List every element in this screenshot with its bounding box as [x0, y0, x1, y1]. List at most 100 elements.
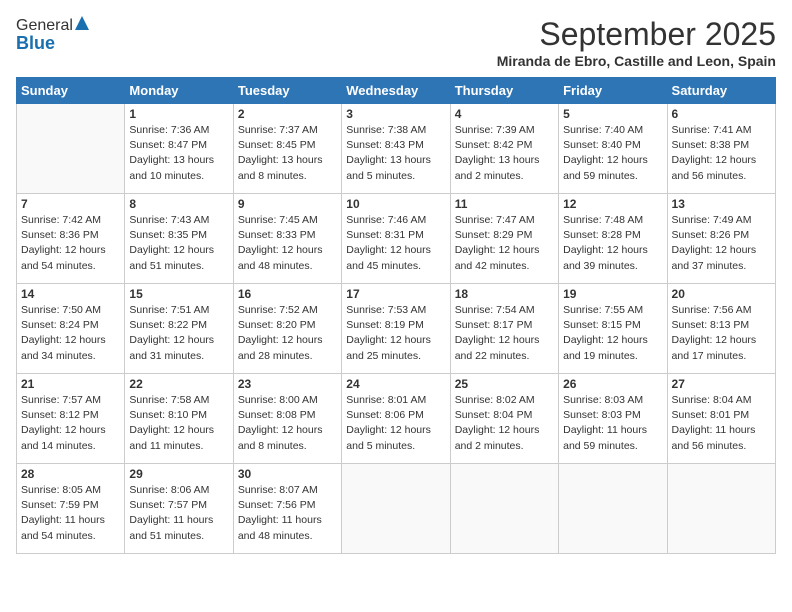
day-info: Sunrise: 7:51 AM Sunset: 8:22 PM Daylight:… [129, 303, 228, 364]
week-row-3: 14 Sunrise: 7:50 AMSunset: 8:24 PMDayligh… [17, 284, 776, 374]
day-number: 14 [21, 287, 120, 301]
day-number: 11 [455, 197, 554, 211]
day-info-line: and 56 minutes. [672, 440, 747, 452]
day-number: 30 [238, 467, 337, 481]
day-number: 25 [455, 377, 554, 391]
day-number: 24 [346, 377, 445, 391]
day-info: Sunrise: 7:54 AMSunset: 8:17 PMDaylight:… [455, 303, 554, 364]
calendar-cell: 15 Sunrise: 7:51 AM Sunset: 8:22 PM Dayligh… [125, 284, 233, 374]
day-info-line: and 54 minutes. [21, 260, 96, 272]
calendar-cell: 22Sunrise: 7:58 AMSunset: 8:10 PMDayligh… [125, 374, 233, 464]
day-info-line: and 42 minutes. [455, 260, 530, 272]
day-info-line: Daylight: 12 hours [21, 424, 106, 436]
day-info-line: and 34 minutes. [21, 350, 96, 362]
day-info-line: Daylight: 12 hours [346, 424, 431, 436]
day-info-line: Sunrise: 7:51 AM [129, 304, 209, 316]
day-info-line: Sunrise: 7:56 AM [672, 304, 752, 316]
week-row-4: 21 Sunrise: 7:57 AMSunset: 8:12 PMDayligh… [17, 374, 776, 464]
day-info-line: Daylight: 12 hours [455, 244, 540, 256]
day-number: 15 [129, 287, 228, 301]
day-info-line: Sunset: 8:17 PM [455, 319, 533, 331]
day-number: 12 [563, 197, 662, 211]
day-info-line: and 2 minutes. [455, 440, 524, 452]
day-info: Sunrise: 7:57 AMSunset: 8:12 PMDaylight:… [21, 393, 120, 454]
day-info-line: and 5 minutes. [346, 440, 415, 452]
day-number: 13 [672, 197, 771, 211]
day-info: Sunrise: 7:52 AMSunset: 8:20 PMDaylight:… [238, 303, 337, 364]
day-info-line: Sunset: 8:01 PM [672, 409, 750, 421]
day-info-line: and 39 minutes. [563, 260, 638, 272]
day-info-line: Sunrise: 7:54 AM [455, 304, 535, 316]
calendar-cell: 11 Sunrise: 7:47 AM Sunset: 8:29 PM Dayligh… [450, 194, 558, 284]
day-info-line: Sunrise: 7:40 AM [563, 124, 643, 136]
day-info-line: Sunset: 8:35 PM [129, 229, 207, 241]
calendar-cell: 12Sunrise: 7:48 AMSunset: 8:28 PMDayligh… [559, 194, 667, 284]
day-number: 21 [21, 377, 120, 391]
day-info-line: Sunrise: 8:05 AM [21, 484, 101, 496]
day-info-line: Sunset: 8:20 PM [238, 319, 316, 331]
day-info-line: Sunset: 8:28 PM [563, 229, 641, 241]
day-info-line: Sunrise: 7:42 AM [21, 214, 101, 226]
calendar-cell [342, 464, 450, 554]
day-info-line: and 10 minutes. [129, 170, 204, 182]
day-info-line: Sunrise: 7:41 AM [672, 124, 752, 136]
logo-general-text: General [16, 17, 73, 35]
title-area: September 2025 Miranda de Ebro, Castille… [497, 16, 776, 69]
day-info-line: Daylight: 12 hours [672, 334, 757, 346]
day-info-line: Sunrise: 7:55 AM [563, 304, 643, 316]
day-info-line: Sunset: 8:03 PM [563, 409, 641, 421]
day-info-line: Sunrise: 7:52 AM [238, 304, 318, 316]
day-info-line: and 37 minutes. [672, 260, 747, 272]
day-number: 28 [21, 467, 120, 481]
day-info-line: Sunset: 8:22 PM [129, 319, 207, 331]
day-info-line: and 48 minutes. [238, 530, 313, 542]
day-info-line: Sunrise: 7:47 AM [455, 214, 535, 226]
calendar-cell: 8Sunrise: 7:43 AMSunset: 8:35 PMDaylight… [125, 194, 233, 284]
day-info-line: Sunset: 8:04 PM [455, 409, 533, 421]
day-info-line: Daylight: 12 hours [672, 154, 757, 166]
day-info-line: Sunset: 8:29 PM [455, 229, 533, 241]
day-info-line: Sunset: 8:08 PM [238, 409, 316, 421]
calendar-cell: 13Sunrise: 7:49 AMSunset: 8:26 PMDayligh… [667, 194, 775, 284]
day-info: Sunrise: 8:07 AMSunset: 7:56 PMDaylight:… [238, 483, 337, 544]
day-info: Sunrise: 7:58 AMSunset: 8:10 PMDaylight:… [129, 393, 228, 454]
day-info-line: Daylight: 12 hours [455, 424, 540, 436]
week-row-5: 28 Sunrise: 8:05 AMSunset: 7:59 PMDayligh… [17, 464, 776, 554]
day-info-line: and 59 minutes. [563, 440, 638, 452]
day-info: Sunrise: 8:05 AMSunset: 7:59 PMDaylight:… [21, 483, 120, 544]
day-info-line: Sunrise: 7:45 AM [238, 214, 318, 226]
day-info-line: and 56 minutes. [672, 170, 747, 182]
day-info-line: Sunrise: 8:02 AM [455, 394, 535, 406]
logo: General Blue [16, 16, 89, 54]
calendar-cell: 16Sunrise: 7:52 AMSunset: 8:20 PMDayligh… [233, 284, 341, 374]
day-info-line: Sunset: 8:36 PM [21, 229, 99, 241]
day-info-line: Sunset: 7:56 PM [238, 499, 316, 511]
logo-blue-text: Blue [16, 33, 55, 54]
day-info-line: Daylight: 12 hours [129, 424, 214, 436]
day-info-line: and 51 minutes. [129, 260, 204, 272]
day-number: 5 [563, 107, 662, 121]
day-info: Sunrise: 7:47 AM Sunset: 8:29 PM Daylight:… [455, 213, 554, 274]
day-info-line: Sunrise: 7:46 AM [346, 214, 426, 226]
day-info-line: Daylight: 13 hours [129, 154, 214, 166]
day-info-line: Sunset: 7:57 PM [129, 499, 207, 511]
day-info-line: Daylight: 12 hours [563, 154, 648, 166]
calendar-cell: 2Sunrise: 7:37 AMSunset: 8:45 PMDaylight… [233, 104, 341, 194]
day-info-line: Daylight: 12 hours [129, 334, 214, 346]
day-info: Sunrise: 8:01 AMSunset: 8:06 PMDaylight:… [346, 393, 445, 454]
day-info-line: Sunset: 8:19 PM [346, 319, 424, 331]
calendar-cell: 24 Sunrise: 8:01 AMSunset: 8:06 PMDayligh… [342, 374, 450, 464]
day-number: 18 [455, 287, 554, 301]
weekday-header-friday: Friday [559, 78, 667, 104]
weekday-header-monday: Monday [125, 78, 233, 104]
day-info-line: Sunset: 8:43 PM [346, 139, 424, 151]
day-info-line: Daylight: 12 hours [346, 244, 431, 256]
calendar-table: SundayMondayTuesdayWednesdayThursdayFrid… [16, 77, 776, 554]
day-info-line: and 22 minutes. [455, 350, 530, 362]
day-info-line: Daylight: 11 hours [563, 424, 647, 436]
day-info-line: Sunrise: 8:00 AM [238, 394, 318, 406]
day-info: Sunrise: 7:50 AMSunset: 8:24 PMDaylight:… [21, 303, 120, 364]
day-number: 3 [346, 107, 445, 121]
day-info-line: Daylight: 11 hours [238, 514, 322, 526]
day-info-line: and 17 minutes. [672, 350, 747, 362]
